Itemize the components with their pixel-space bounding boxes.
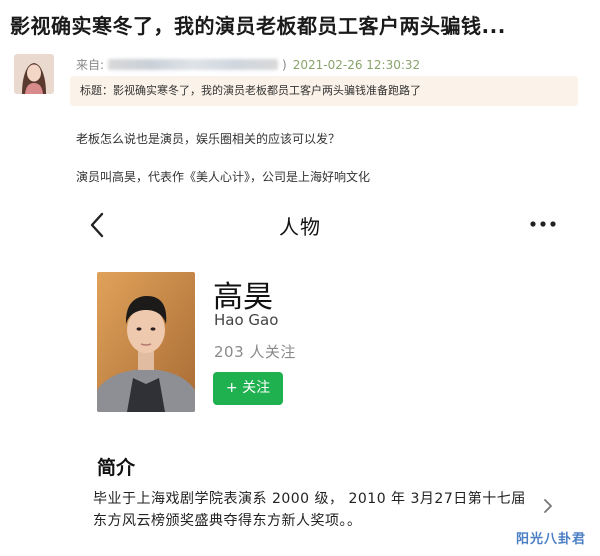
- actor-name: 高昊: [213, 280, 273, 315]
- chevron-right-icon[interactable]: [542, 497, 554, 515]
- redacted-sender: [108, 59, 279, 70]
- follower-count: 203 人关注: [214, 343, 296, 361]
- actor-photo: [97, 272, 195, 412]
- post-source-row: 来自: ) 2021-02-26 12:30:32: [76, 56, 420, 73]
- from-suffix: ): [282, 57, 287, 72]
- post-body-line: 老板怎么说也是演员，娱乐圈相关的应该可以发？: [76, 132, 341, 146]
- intro-heading: 简介: [97, 457, 136, 479]
- post-subject: 标题：影视确实寒冬了，我的演员老板都员工客户两头骗钱准备跑路了: [70, 76, 578, 106]
- page-title: 人物: [279, 215, 321, 239]
- watermark: 阳光八卦君: [516, 532, 587, 547]
- follow-button[interactable]: + 关注: [213, 372, 283, 405]
- more-dots-icon[interactable]: [528, 216, 558, 230]
- post-body-line: 演员叫高昊，代表作《美人心计》，公司是上海好响文化: [76, 170, 371, 184]
- user-avatar[interactable]: [14, 54, 54, 94]
- actor-pinyin-name: Hao Gao: [214, 311, 279, 329]
- from-label: 来自:: [76, 58, 105, 72]
- intro-text[interactable]: 毕业于上海戏剧学院表演系 2000 级， 2010 年 3月27日第十七届东方风…: [93, 488, 533, 532]
- post-headline: 影视确实寒冬了，我的演员老板都员工客户两头骗钱...: [10, 14, 506, 38]
- post-date: 2021-02-26 12:30:32: [292, 57, 421, 72]
